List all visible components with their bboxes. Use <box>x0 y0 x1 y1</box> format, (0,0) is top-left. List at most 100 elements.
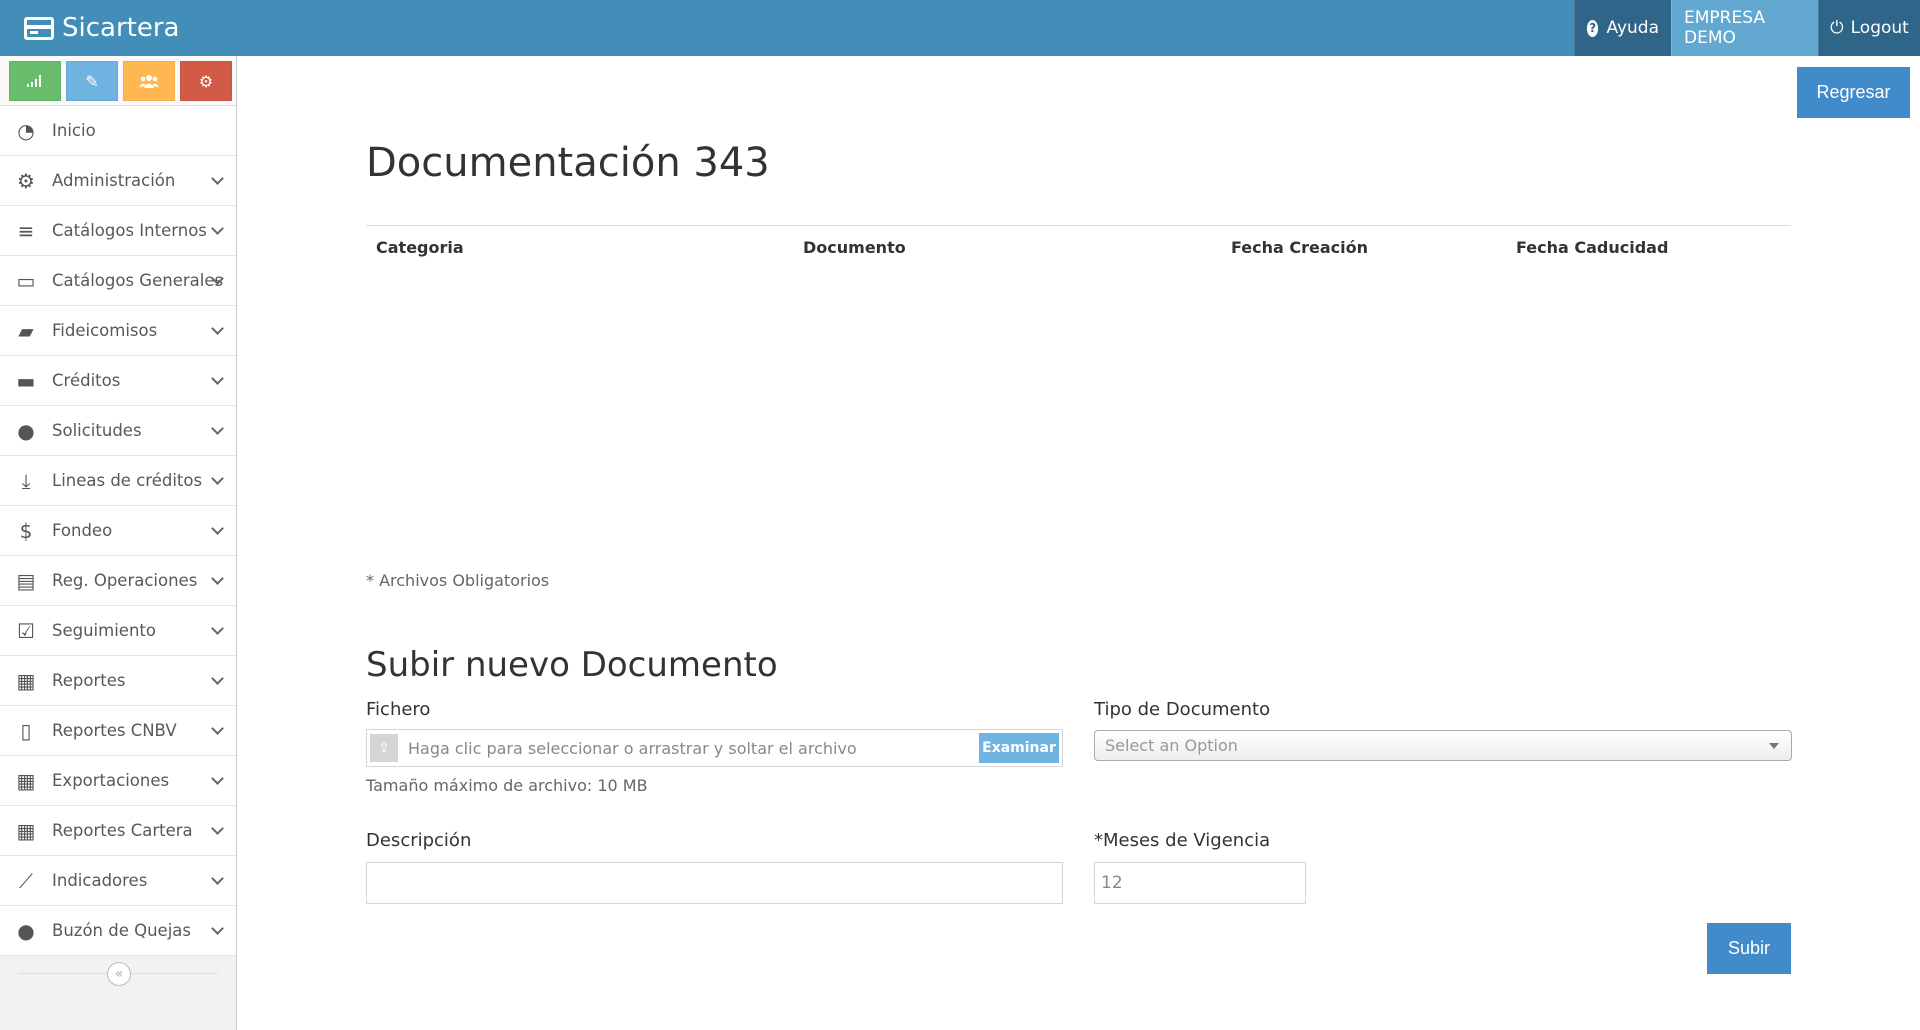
sidebar-item-catalogos-internos[interactable]: ≡ Catálogos Internos <box>0 206 236 256</box>
column-header-documento[interactable]: Documento <box>803 238 906 257</box>
sidebar-item-inicio[interactable]: ◔ Inicio <box>0 106 236 156</box>
sidebar-item-buzon-de-quejas[interactable]: ● Buzón de Quejas <box>0 906 236 956</box>
dashboard-icon: ◔ <box>17 118 35 143</box>
submit-button[interactable]: Subir <box>1707 923 1791 974</box>
caret-down-icon <box>1769 742 1779 749</box>
sidebar-item-seguimiento[interactable]: ☑ Seguimiento <box>0 606 236 656</box>
sidebar-item-solicitudes[interactable]: ● Solicitudes <box>0 406 236 456</box>
column-header-fecha-creacion[interactable]: Fecha Creación <box>1231 238 1368 257</box>
help-button[interactable]: ? Ayuda <box>1574 0 1671 56</box>
page-title: Documentación 343 <box>366 140 770 186</box>
comment-icon: ● <box>17 918 35 943</box>
sidebar-item-label: Reportes Cartera <box>52 821 193 840</box>
sidebar-item-label: Catálogos Generales <box>52 271 224 290</box>
help-label: Ayuda <box>1606 18 1659 38</box>
sidebar-shortcuts: ✎ ⚙ <box>0 56 236 106</box>
sidebar-item-reportes-cnbv[interactable]: ▯ Reportes CNBV <box>0 706 236 756</box>
file-upload-input[interactable]: ⇪ Haga clic para seleccionar o arrastrar… <box>366 729 1063 767</box>
logout-label: Logout <box>1850 18 1909 38</box>
max-size-hint: Tamaño máximo de archivo: 10 MB <box>366 776 648 795</box>
credit-card-icon <box>24 16 54 40</box>
file-excel-icon: ▦ <box>16 768 36 793</box>
file-placeholder: Haga clic para seleccionar o arrastrar y… <box>408 738 857 758</box>
upload-icon: ⇪ <box>370 734 398 762</box>
sidebar-item-label: Solicitudes <box>52 421 142 440</box>
sidebar-item-fondeo[interactable]: $ Fondeo <box>0 506 236 556</box>
question-circle-icon: ? <box>1587 19 1599 37</box>
sidebar-item-label: Reportes <box>52 671 126 690</box>
file-icon: ▯ <box>20 718 32 743</box>
required-files-note: * Archivos Obligatorios <box>366 571 550 590</box>
file-excel-icon: ▦ <box>16 818 36 843</box>
pencil-icon: ✎ <box>85 71 99 91</box>
sidebar-item-reg-operaciones[interactable]: ▤ Reg. Operaciones <box>0 556 236 606</box>
upload-section-title: Subir nuevo Documento <box>366 645 778 685</box>
sidebar-item-label: Exportaciones <box>52 771 170 790</box>
doc-type-label: Tipo de Documento <box>1094 699 1271 720</box>
sidebar: ✎ ⚙ ◔ Inicio ⚙ Administración ≡ Catálogo… <box>0 56 237 1030</box>
user-icon: ● <box>17 418 35 443</box>
shortcut-settings-button[interactable]: ⚙ <box>180 61 232 101</box>
line-chart-icon: ⟋ <box>19 868 33 893</box>
cogs-icon: ⚙ <box>198 71 214 91</box>
description-label: Descripción <box>366 830 472 851</box>
back-button[interactable]: Regresar <box>1797 67 1910 118</box>
sidebar-item-label: Inicio <box>52 121 96 140</box>
sidebar-item-label: Seguimiento <box>52 621 156 640</box>
shortcut-users-button[interactable] <box>123 61 175 101</box>
sidebar-menu: ◔ Inicio ⚙ Administración ≡ Catálogos In… <box>0 106 236 956</box>
download-tray-icon: ⤓ <box>21 468 31 493</box>
file-label: Fichero <box>366 699 431 720</box>
documents-table: Categoria Documento Fecha Creación Fecha… <box>366 225 1791 257</box>
sidebar-item-fideicomisos[interactable]: ▰ Fideicomisos <box>0 306 236 356</box>
sidebar-item-label: Lineas de créditos <box>52 471 203 490</box>
database-icon: ≡ <box>17 218 35 243</box>
users-icon <box>139 75 159 88</box>
sidebar-item-reportes[interactable]: ▦ Reportes <box>0 656 236 706</box>
sidebar-item-indicadores[interactable]: ⟋ Indicadores <box>0 856 236 906</box>
sidebar-item-label: Fideicomisos <box>52 321 158 340</box>
sidebar-collapse-bar: « <box>0 956 236 992</box>
doc-type-select[interactable]: Select an Option <box>1094 730 1792 761</box>
sidebar-item-label: Buzón de Quejas <box>52 921 191 940</box>
shortcut-edit-button[interactable]: ✎ <box>66 61 118 101</box>
sidebar-collapse-button[interactable]: « <box>107 962 131 986</box>
months-label: *Meses de Vigencia <box>1094 830 1271 851</box>
column-header-fecha-caducidad[interactable]: Fecha Caducidad <box>1516 238 1668 257</box>
sidebar-item-exportaciones[interactable]: ▦ Exportaciones <box>0 756 236 806</box>
brand-name: Sicartera <box>62 13 180 43</box>
column-header-categoria[interactable]: Categoria <box>376 238 464 257</box>
sidebar-item-label: Indicadores <box>52 871 148 890</box>
file-text-icon: ▤ <box>16 568 36 593</box>
company-selector[interactable]: EMPRESA DEMO <box>1671 0 1818 56</box>
browse-button[interactable]: Examinar <box>979 733 1059 763</box>
sidebar-item-reportes-cartera[interactable]: ▦ Reportes Cartera <box>0 806 236 856</box>
months-validity-input[interactable]: 12 <box>1094 862 1306 904</box>
signal-bars-icon <box>27 75 41 87</box>
sidebar-item-catalogos-generales[interactable]: ▭ Catálogos Generales <box>0 256 236 306</box>
sidebar-item-administracion[interactable]: ⚙ Administración <box>0 156 236 206</box>
doc-type-selected-value: Select an Option <box>1105 736 1238 755</box>
logout-button[interactable]: ⏻ Logout <box>1818 0 1920 56</box>
company-label: EMPRESA DEMO <box>1684 8 1765 48</box>
file-excel-icon: ▦ <box>16 668 36 693</box>
sidebar-item-creditos[interactable]: ▬ Créditos <box>0 356 236 406</box>
shortcut-stats-button[interactable] <box>9 61 61 101</box>
double-chevron-left-icon: « <box>114 966 124 982</box>
folder-open-icon: ▰ <box>18 318 34 343</box>
briefcase-icon: ▬ <box>16 368 36 393</box>
sidebar-item-label: Reg. Operaciones <box>52 571 198 590</box>
sidebar-item-label: Reportes CNBV <box>52 721 177 740</box>
sidebar-item-label: Administración <box>52 171 176 190</box>
top-navbar: Sicartera ? Ayuda EMPRESA DEMO ⏻ Logout <box>0 0 1920 56</box>
power-icon: ⏻ <box>1830 18 1844 38</box>
sidebar-item-label: Créditos <box>52 371 121 390</box>
check-square-icon: ☑ <box>17 618 35 643</box>
desktop-icon: ▭ <box>16 268 36 293</box>
dollar-icon: $ <box>19 518 33 543</box>
description-input[interactable] <box>366 862 1063 904</box>
sidebar-item-label: Catálogos Internos <box>52 221 207 240</box>
sidebar-item-lineas-de-creditos[interactable]: ⤓ Lineas de créditos <box>0 456 236 506</box>
brand-logo[interactable]: Sicartera <box>24 0 179 56</box>
sidebar-item-label: Fondeo <box>52 521 113 540</box>
